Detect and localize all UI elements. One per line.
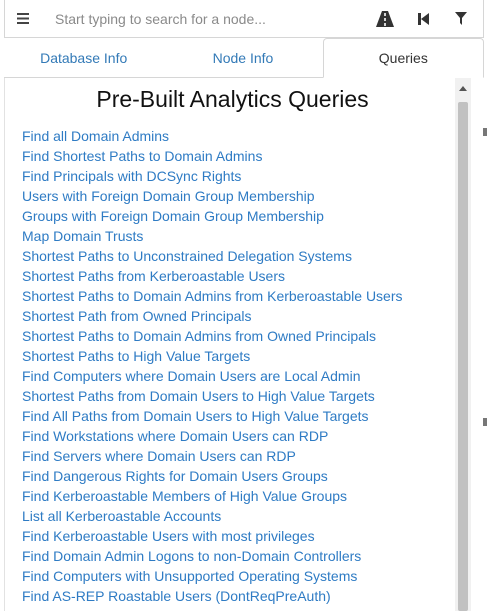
tab-bar: Database Info Node Info Queries <box>4 38 484 78</box>
pathfinding-button[interactable] <box>366 0 404 38</box>
query-item[interactable]: Map Domain Trusts <box>22 226 403 246</box>
query-item[interactable]: Shortest Paths from Kerberoastable Users <box>22 266 403 286</box>
query-item[interactable]: Shortest Paths from Domain Users to High… <box>22 386 403 406</box>
tab-database-info[interactable]: Database Info <box>4 38 163 77</box>
panel-scrollbar[interactable] <box>455 78 471 611</box>
queries-panel: Pre-Built Analytics Queries Find all Dom… <box>4 78 484 611</box>
tab-node-info[interactable]: Node Info <box>163 38 322 77</box>
tab-queries[interactable]: Queries <box>322 38 484 78</box>
query-item[interactable]: Groups with Foreign Domain Group Members… <box>22 206 403 226</box>
query-item[interactable]: Find Dangerous Rights for Domain Users G… <box>22 466 403 486</box>
search-input[interactable] <box>41 1 366 36</box>
hamburger-menu-icon <box>17 13 29 24</box>
query-item[interactable]: Find Principals with DCSync Rights <box>22 166 403 186</box>
query-item[interactable]: Shortest Paths to Domain Admins from Ker… <box>22 286 403 306</box>
query-item[interactable]: Find Shortest Paths to Domain Admins <box>22 146 403 166</box>
query-item[interactable]: Shortest Paths to High Value Targets <box>22 346 403 366</box>
query-item[interactable]: Find All Paths from Domain Users to High… <box>22 406 403 426</box>
panel-title: Pre-Built Analytics Queries <box>96 86 369 112</box>
query-item[interactable]: Find Computers where Domain Users are Lo… <box>22 366 403 386</box>
query-item[interactable]: Users with Foreign Domain Group Membersh… <box>22 186 403 206</box>
road-icon <box>376 10 394 27</box>
query-item[interactable]: Find Servers where Domain Users can RDP <box>22 446 403 466</box>
query-item[interactable]: Find Domain Admin Logons to non-Domain C… <box>22 546 403 566</box>
query-item[interactable]: Find Kerberoastable Users with most priv… <box>22 526 403 546</box>
scroll-up-arrow-icon[interactable] <box>455 80 471 96</box>
query-item[interactable]: Shortest Path from Owned Principals <box>22 306 403 326</box>
query-item[interactable]: Find Computers with Unsupported Operatin… <box>22 566 403 586</box>
query-item[interactable]: List all Kerberoastable Accounts <box>22 506 403 526</box>
top-toolbar <box>4 0 484 38</box>
query-item[interactable]: Find Kerberoastable Members of High Valu… <box>22 486 403 506</box>
query-item[interactable]: Shortest Paths to Domain Admins from Own… <box>22 326 403 346</box>
menu-button[interactable] <box>5 0 41 38</box>
filter-button[interactable] <box>442 0 480 38</box>
query-item[interactable]: Find Workstations where Domain Users can… <box>22 426 403 446</box>
back-button[interactable] <box>404 0 442 38</box>
window-edge-marker <box>483 418 487 426</box>
query-item[interactable]: Find all Domain Admins <box>22 126 403 146</box>
query-list: Find all Domain Admins Find Shortest Pat… <box>22 126 403 606</box>
query-item[interactable]: Find AS-REP Roastable Users (DontReqPreA… <box>22 586 403 606</box>
query-item[interactable]: Shortest Paths to Unconstrained Delegati… <box>22 246 403 266</box>
scroll-thumb[interactable] <box>458 102 468 611</box>
window-edge-marker <box>483 128 487 136</box>
filter-icon <box>455 12 467 25</box>
step-backward-icon <box>417 12 429 25</box>
